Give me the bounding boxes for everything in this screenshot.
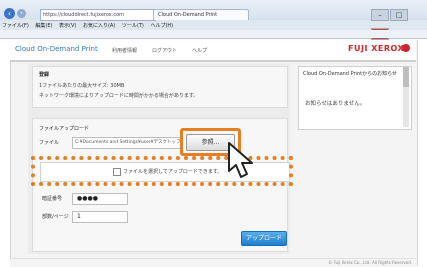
menu-edit[interactable]: 編集(E)	[35, 23, 52, 29]
favorites-bar	[0, 30, 427, 38]
side-panel-message: お知らせはありません。	[305, 101, 366, 107]
maximize-button[interactable]: □	[390, 9, 408, 21]
tab-title: Cloud On-Demand Print	[158, 12, 218, 18]
notice-line-2: ネットワーク環境によりアップロードに時間がかかる場合があります。	[39, 93, 199, 99]
mouse-pointer-icon	[228, 142, 253, 178]
menu-tools[interactable]: ツール(T)	[122, 23, 144, 29]
brand-logo: FUJI XEROX	[348, 44, 405, 53]
nav-link-help[interactable]: ヘルプ	[192, 47, 207, 54]
menu-view[interactable]: 表示(V)	[59, 23, 76, 29]
back-icon[interactable]: ‹	[4, 8, 15, 19]
address-bar[interactable]: https://clouddirect.fujixerox.com	[40, 9, 156, 21]
nav-buttons: ‹ ›	[4, 8, 36, 20]
pages-input[interactable]: 1	[72, 211, 128, 223]
window-controls: –□×	[371, 2, 427, 40]
menu-file[interactable]: ファイル(F)	[2, 23, 29, 29]
nav-link-logout[interactable]: ログアウト	[152, 47, 177, 54]
side-notice-panel: Cloud On-Demand Printからのお知らせ お知らせはありません。	[298, 66, 412, 130]
app-title: Cloud On-Demand Print	[15, 45, 98, 53]
side-panel-scroll-thumb[interactable]	[403, 67, 409, 87]
side-panel-title: Cloud On-Demand Printからのお知らせ	[303, 71, 397, 77]
password-input[interactable]: ●●●●	[72, 193, 128, 205]
brand-mark-icon	[402, 44, 410, 52]
upload-button[interactable]: アップロード	[241, 231, 287, 246]
password-label: 暗証番号	[42, 196, 63, 202]
forward-icon[interactable]: ›	[17, 9, 26, 18]
notice-line-1: 1ファイルあたりの最大サイズ: 30MB	[39, 83, 125, 89]
browser-tab[interactable]: Cloud On-Demand Print	[153, 9, 249, 20]
file-label: ファイル	[39, 140, 60, 146]
menu-favorites[interactable]: お気に入り(A)	[83, 23, 115, 29]
pages-label: 部数/ページ	[42, 214, 69, 220]
notice-section: 登録 1ファイルあたりの最大サイズ: 30MB ネットワーク環境によりアップロー…	[32, 66, 288, 108]
file-path-input[interactable]: C:¥Documents and Settings¥user¥デスクトップ¥資料…	[72, 137, 182, 149]
notice-title: 登録	[39, 72, 50, 78]
nav-link-user[interactable]: 利用者情報	[112, 47, 137, 54]
upload-section-title: ファイルアップロード	[39, 126, 90, 132]
menu-help[interactable]: ヘルプ(H)	[150, 23, 173, 29]
minimize-button[interactable]: –	[371, 9, 389, 21]
footer-copyright: © Fuji Xerox Co., Ltd. All Rights Reserv…	[328, 260, 412, 265]
page-header: Cloud On-Demand Print 利用者情報 ログアウト ヘルプ FU…	[10, 40, 416, 62]
